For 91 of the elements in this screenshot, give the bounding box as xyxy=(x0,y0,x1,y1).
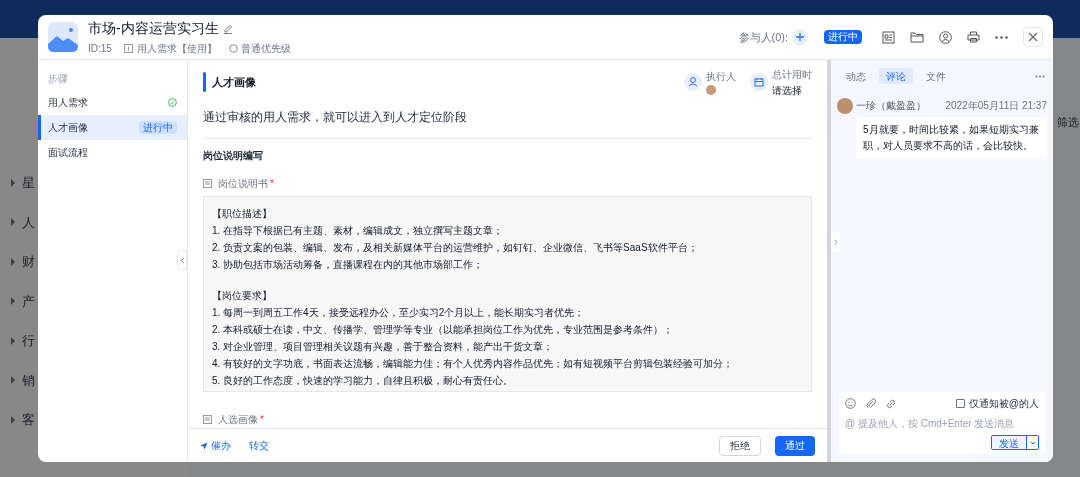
field-icon xyxy=(203,179,212,188)
tab[interactable]: 评论 xyxy=(879,68,913,84)
step-item[interactable]: 人才画像 进行中 xyxy=(38,115,187,140)
field-label: 人选画像 xyxy=(218,413,258,427)
text-line: 2. 负责文案的包装、编辑、发布，及相关新媒体平台的运营维护，如钉钉、企业微信、飞书等SaaS软件平台； xyxy=(212,241,699,255)
approve-button[interactable]: 通过 xyxy=(775,435,815,456)
stage-description: 通过审核的用人需求，就可以进入到人才定位阶段 xyxy=(203,109,468,126)
sidebar-item[interactable]: 财 xyxy=(22,252,35,272)
document-icon[interactable] xyxy=(882,30,895,44)
text-line: 3. 对企业管理、项目管理相关议题有兴趣，善于整合资料，能产出干货文章； xyxy=(212,340,555,354)
steps-heading: 步骤 xyxy=(47,72,69,86)
step-item[interactable]: 面试流程 xyxy=(38,140,187,165)
field-icon xyxy=(203,415,212,424)
link-icon[interactable] xyxy=(886,398,896,409)
reject-button[interactable]: 拒绝 xyxy=(719,435,761,456)
filter-label[interactable]: 筛选 xyxy=(1057,114,1079,130)
edit-icon[interactable] xyxy=(222,23,233,34)
task-id: ID:15 xyxy=(88,42,112,56)
notify-checkbox[interactable] xyxy=(955,399,965,408)
sidebar-item[interactable]: 销 xyxy=(22,370,35,390)
paragraph-heading: 【职位描述】 xyxy=(212,207,273,221)
avatar[interactable] xyxy=(706,85,716,95)
attachment-icon[interactable] xyxy=(866,398,876,409)
send-button[interactable]: 发送 xyxy=(992,436,1026,449)
caret-icon xyxy=(1029,440,1036,445)
dropdown-button[interactable] xyxy=(1026,436,1038,449)
chevron-right-icon xyxy=(833,238,838,246)
text-line: 2. 本科或硕士在读，中文、传播学、管理学等专业（以能承担岗位工作为优先，专业范围是参考条件）； xyxy=(212,323,675,337)
caret-icon[interactable] xyxy=(10,415,16,424)
person-icon[interactable] xyxy=(684,73,702,91)
image-icon xyxy=(48,22,78,52)
comment-input[interactable]: @ 提及他人，按 Cmd+Enter 发送消息 xyxy=(845,415,1039,431)
emoji-icon[interactable] xyxy=(845,398,856,409)
tab[interactable]: 文件 xyxy=(919,68,953,84)
caret-icon[interactable] xyxy=(10,178,16,187)
paragraph-heading: 【岗位要求】 xyxy=(212,289,273,303)
sidebar-item[interactable]: 行 xyxy=(22,331,35,351)
caret-icon[interactable] xyxy=(10,336,16,345)
text-line: 1. 每周一到周五工作4天，接受远程办公，至少实习2个月以上，能长期实习者优先； xyxy=(212,306,586,320)
tab[interactable]: 动态 xyxy=(839,68,873,84)
calendar-icon[interactable] xyxy=(750,73,768,91)
user-icon[interactable] xyxy=(939,30,952,44)
sidebar-item[interactable]: 星 xyxy=(22,173,35,193)
step-item[interactable]: 用人需求 xyxy=(38,90,187,115)
chevron-left-icon xyxy=(179,256,185,264)
template-label: 用人需求【使用】 xyxy=(136,42,217,56)
add-participant-button[interactable] xyxy=(792,29,808,45)
sidebar-item[interactable]: 人 xyxy=(22,212,35,232)
transfer-link[interactable]: 转交 xyxy=(249,438,269,453)
check-circle-icon xyxy=(168,98,177,107)
time-value[interactable]: 请选择 xyxy=(772,82,812,98)
close-button[interactable] xyxy=(1023,27,1043,47)
required-mark: * xyxy=(270,177,274,191)
text-line: 3. 协助包括市场活动筹备，直播课程在内的其他市场部工作； xyxy=(212,258,485,272)
remind-link[interactable]: 催办 xyxy=(200,438,231,453)
caret-icon[interactable] xyxy=(10,218,16,227)
caret-icon[interactable] xyxy=(10,257,16,266)
text-line: 1. 在指导下根据已有主题、素材，编辑成文，独立撰写主题文章； xyxy=(212,224,505,238)
priority-label: 普通优先级 xyxy=(240,42,291,56)
comment-author: 一珍（戴盈盈） xyxy=(856,99,926,113)
collapse-button[interactable] xyxy=(177,250,187,270)
status-badge: 进行中 xyxy=(139,121,177,134)
participants-label: 参与人(0): xyxy=(738,29,788,45)
assignee-label: 执行人 xyxy=(706,70,736,84)
task-title: 市场-内容运营实习生 xyxy=(88,19,219,38)
status-badge: 进行中 xyxy=(824,30,862,44)
time-label: 总计用时 xyxy=(772,67,812,82)
folder-icon[interactable] xyxy=(910,31,924,43)
circle-icon xyxy=(228,44,238,53)
notify-label: 仅通知被@的人 xyxy=(968,397,1039,411)
text-line: 5. 良好的工作态度，快速的学习能力，自律且积极，耐心有责任心。 xyxy=(212,374,515,388)
plus-icon xyxy=(795,32,805,42)
caret-icon[interactable] xyxy=(10,297,16,306)
text-area[interactable] xyxy=(203,196,812,392)
template-icon xyxy=(123,44,133,53)
avatar[interactable] xyxy=(837,98,853,114)
more-icon[interactable] xyxy=(1035,74,1045,78)
comment-time: 2022年05月11日 21:37 xyxy=(945,99,1047,113)
required-mark: * xyxy=(260,413,264,427)
text-line: 4. 有较好的文字功底，书面表达流畅，编辑能力佳；有个人优秀内容作品优先；如有短视频平台剪辑包装经验可加分； xyxy=(212,357,735,371)
field-label: 岗位说明书 xyxy=(218,177,268,191)
stage-title: 人才画像 xyxy=(212,74,256,90)
close-icon xyxy=(1028,32,1038,42)
sidebar-item[interactable]: 客 xyxy=(22,410,35,430)
comment-bubble: 5月就要，时间比较紧，如果短期实习兼职，对人员要求不高的话，会比较快。 xyxy=(856,117,1047,159)
send-icon xyxy=(200,441,208,450)
section-heading: 岗位说明编写 xyxy=(203,149,264,163)
print-icon[interactable] xyxy=(967,31,980,43)
more-icon[interactable] xyxy=(995,35,1008,39)
sidebar-item[interactable]: 产 xyxy=(22,291,35,311)
caret-icon[interactable] xyxy=(10,376,16,385)
